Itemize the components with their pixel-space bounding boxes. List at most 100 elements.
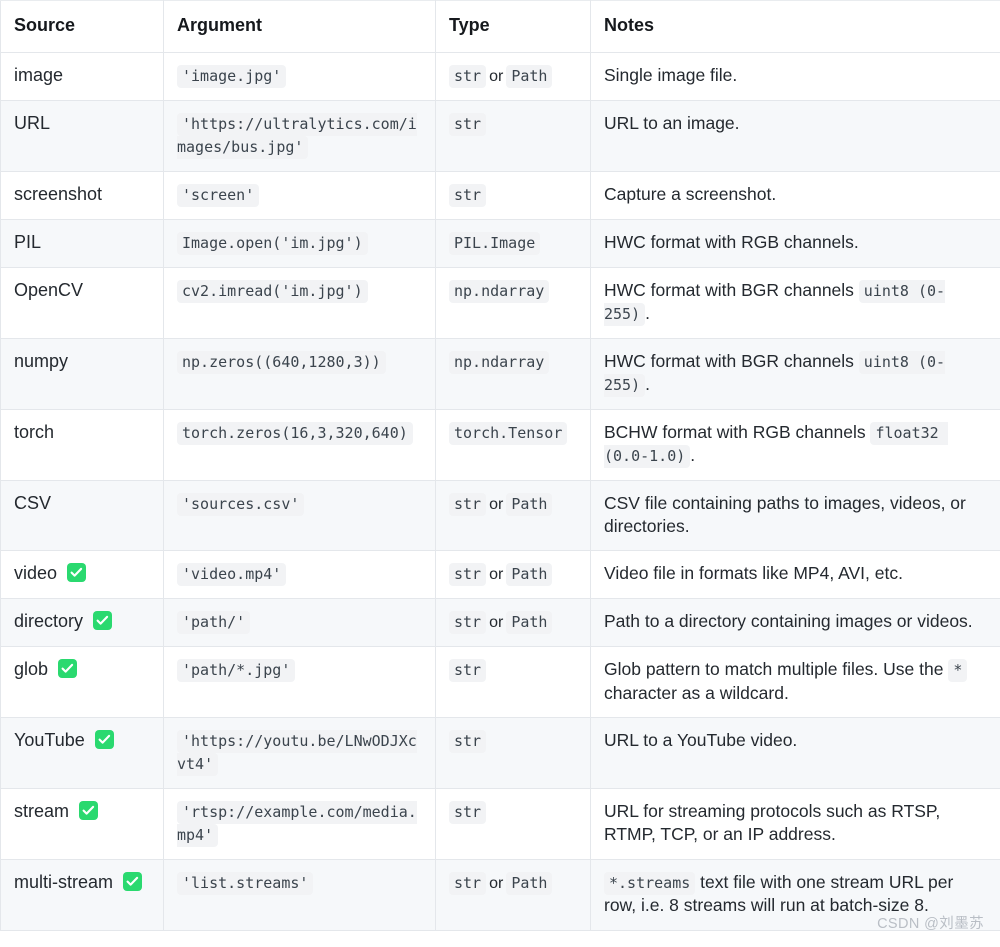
argument-code: 'https://youtu.be/LNwODJXcvt4' <box>177 729 417 777</box>
notes-text: Video file in formats like MP4, AVI, etc… <box>604 563 903 584</box>
cell-notes: URL for streaming protocols such as RTSP… <box>590 787 1000 860</box>
check-mark-icon <box>67 563 87 583</box>
notes-text: CSV file containing paths to images, vid… <box>604 492 966 537</box>
cell-notes: HWC format with BGR channels uint8 (0-25… <box>590 266 1000 339</box>
table-row: URL 'https://ultralytics.com/images/bus.j… <box>0 99 1000 172</box>
cell-argument: torch.zeros(16,3,320,640) <box>163 408 436 481</box>
cell-argument: 'list.streams' <box>163 858 436 931</box>
table-row: multi-stream 'list.streams' str or Path *.st… <box>0 858 1000 931</box>
argument-code: 'sources.csv' <box>177 492 305 516</box>
cell-argument: 'sources.csv' <box>163 479 436 552</box>
notes-text: HWC format with BGR channels <box>604 279 859 300</box>
cell-argument: np.zeros((640,1280,3)) <box>163 337 436 410</box>
table-row: screenshot 'screen' str Capture a screensho… <box>0 170 1000 220</box>
notes-text: Capture a screenshot. <box>604 183 777 204</box>
source-label: stream <box>14 800 70 821</box>
type-code: str <box>449 659 487 683</box>
source-label: glob <box>14 659 49 680</box>
type-code: np.ndarray <box>449 350 550 374</box>
argument-code: cv2.imread('im.jpg') <box>177 279 368 303</box>
cell-source: CSV <box>0 479 164 552</box>
cell-source: YouTube <box>0 716 164 789</box>
source-types-table-container: Source Argument Type Notes image 'image.j… <box>0 0 1000 947</box>
column-header-source: Source <box>0 0 164 53</box>
table-row: directory 'path/' str or Path Path to a dire… <box>0 598 1000 648</box>
argument-code: torch.zeros(16,3,320,640) <box>177 421 413 445</box>
cell-type: str <box>435 646 591 718</box>
notes-text: Glob pattern to match multiple files. Us… <box>604 659 949 680</box>
type-code: str <box>449 871 487 895</box>
notes-text: . <box>690 445 696 466</box>
cell-source: multi-stream <box>0 858 164 931</box>
source-label: torch <box>14 421 55 442</box>
check-mark-icon <box>93 611 113 631</box>
cell-notes: Single image file. <box>590 51 1000 101</box>
source-label: CSV <box>14 492 52 513</box>
type-code: str <box>449 64 487 88</box>
type-code: Path <box>506 871 553 895</box>
notes-text: URL to a YouTube video. <box>604 729 798 750</box>
cell-type: torch.Tensor <box>435 408 591 481</box>
notes-text: . <box>645 303 650 324</box>
cell-notes: Glob pattern to match multiple files. Us… <box>590 646 1000 718</box>
cell-notes: BCHW format with RGB channels float32 (0… <box>590 408 1000 481</box>
cell-source: video <box>0 550 164 600</box>
table-row: image 'image.jpg' str or Path Single image fi… <box>0 51 1000 101</box>
cell-type: np.ndarray <box>435 266 591 339</box>
cell-notes: Video file in formats like MP4, AVI, etc… <box>590 550 1000 600</box>
table-row: stream 'rtsp://example.com/media.mp4' str… <box>0 787 1000 860</box>
cell-source: stream <box>0 787 164 860</box>
cell-argument: 'rtsp://example.com/media.mp4' <box>163 787 436 860</box>
type-separator: or <box>489 67 504 85</box>
argument-code: 'video.mp4' <box>177 563 287 587</box>
cell-argument: 'video.mp4' <box>163 550 436 600</box>
cell-notes: URL to an image. <box>590 99 1000 172</box>
argument-code: 'https://ultralytics.com/images/bus.jpg' <box>177 112 417 160</box>
cell-source: directory <box>0 598 164 648</box>
type-code: str <box>449 183 487 207</box>
argument-code: 'path/*.jpg' <box>177 659 296 683</box>
type-code: str <box>449 729 487 753</box>
type-code: str <box>449 800 487 824</box>
cell-type: str or Path <box>435 858 591 931</box>
cell-type: str or Path <box>435 479 591 552</box>
type-separator: or <box>489 566 504 584</box>
cell-source: glob <box>0 646 164 718</box>
cell-notes: *.streams text file with one stream URL … <box>590 858 1000 931</box>
table-header-row: Source Argument Type Notes <box>0 0 1000 53</box>
cell-notes: Path to a directory containing images or… <box>590 598 1000 648</box>
source-label: URL <box>14 112 51 133</box>
notes-code: * <box>948 659 968 683</box>
cell-argument: 'path/*.jpg' <box>163 646 436 718</box>
notes-text: URL for streaming protocols such as RTSP… <box>604 800 941 845</box>
notes-text: BCHW format with RGB channels <box>604 421 871 442</box>
cell-source: OpenCV <box>0 266 164 339</box>
cell-notes: Capture a screenshot. <box>590 170 1000 220</box>
source-label: numpy <box>14 350 69 371</box>
type-code: str <box>449 492 487 516</box>
cell-argument: 'screen' <box>163 170 436 220</box>
type-separator: or <box>489 495 504 513</box>
type-code: Path <box>506 563 553 587</box>
table-header: Source Argument Type Notes <box>0 0 1000 53</box>
cell-source: PIL <box>0 218 164 268</box>
source-label: video <box>14 563 58 584</box>
source-label: image <box>14 64 64 85</box>
type-separator: or <box>489 614 504 632</box>
type-code: PIL.Image <box>449 231 541 255</box>
check-mark-icon <box>123 871 143 891</box>
cell-source: numpy <box>0 337 164 410</box>
cell-source: screenshot <box>0 170 164 220</box>
type-code: Path <box>506 492 553 516</box>
cell-source: image <box>0 51 164 101</box>
cell-argument: 'https://youtu.be/LNwODJXcvt4' <box>163 716 436 789</box>
table-row: CSV 'sources.csv' str or Path CSV file contai… <box>0 479 1000 552</box>
argument-code: 'image.jpg' <box>177 64 287 88</box>
table-row: torch torch.zeros(16,3,320,640) torch.Tens… <box>0 408 1000 481</box>
table-row: numpy np.zeros((640,1280,3)) np.ndarray HWC… <box>0 337 1000 410</box>
check-mark-icon <box>94 729 114 749</box>
type-code: str <box>449 563 487 587</box>
cell-notes: URL to a YouTube video. <box>590 716 1000 789</box>
cell-argument: 'https://ultralytics.com/images/bus.jpg' <box>163 99 436 172</box>
cell-type: str <box>435 716 591 789</box>
